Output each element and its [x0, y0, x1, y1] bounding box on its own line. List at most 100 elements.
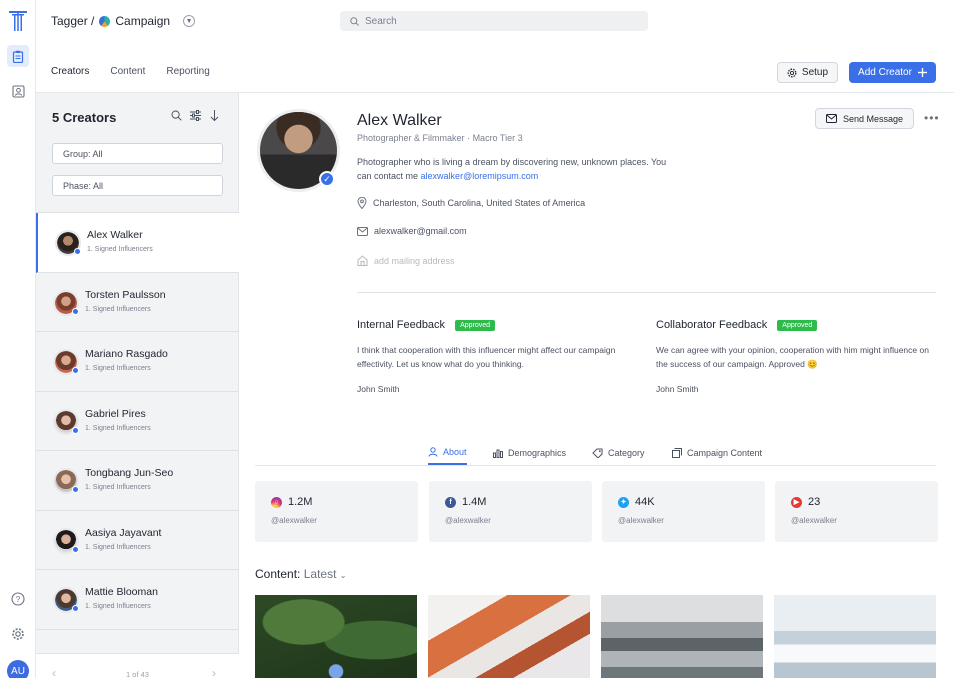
- list-item[interactable]: Mariano Rasgado 1. Signed Influencers: [36, 332, 239, 392]
- twitter-stat-value: ✦ 44K: [618, 496, 655, 508]
- add-creator-label: Add Creator: [858, 67, 912, 78]
- mail-icon: [357, 226, 368, 236]
- list-item[interactable]: Tongbang Jun-Seo 1. Signed Influencers: [36, 451, 239, 511]
- facebook-stat-card[interactable]: f 1.4M @alexwalker: [429, 481, 592, 542]
- profile-bio-link[interactable]: alexwalker@loremipsum.com: [421, 171, 539, 181]
- creator-group: 1. Signed Influencers: [85, 365, 151, 372]
- plus-icon: [917, 68, 927, 77]
- verified-badge-icon: [72, 605, 79, 612]
- social-handle: @alexwalker: [791, 516, 837, 525]
- content-filter-value: Latest: [303, 567, 337, 581]
- facebook-stat-value: f 1.4M: [445, 496, 486, 508]
- setup-button[interactable]: Setup: [777, 62, 838, 83]
- add-creator-button[interactable]: Add Creator: [849, 62, 936, 83]
- creator-list: Alex Walker 1. Signed Influencers Torste…: [36, 212, 239, 630]
- list-item[interactable]: Torsten Paulsson 1. Signed Influencers: [36, 273, 239, 332]
- collaborator-feedback: Collaborator Feedback Approved We can ag…: [656, 319, 936, 394]
- top-header: Tagger / Campaign ▼ Creators Content Rep…: [36, 0, 954, 97]
- content-thumbnail[interactable]: [255, 595, 417, 678]
- instagram-stat-value: ○ 1.2M: [271, 496, 312, 508]
- creator-name: Tongbang Jun-Seo: [85, 467, 174, 479]
- internal-feedback: Internal Feedback Approved I think that …: [357, 319, 637, 394]
- feedback-text: We can agree with your opinion, cooperat…: [656, 345, 929, 369]
- feedback-author: John Smith: [656, 384, 699, 394]
- list-item[interactable]: Gabriel Pires 1. Signed Influencers: [36, 392, 239, 451]
- setup-label: Setup: [801, 67, 829, 78]
- send-message-label: Send Message: [842, 113, 904, 124]
- status-badge: Approved: [777, 319, 818, 331]
- verified-badge-icon: [74, 248, 81, 255]
- tab-category[interactable]: Category: [592, 440, 645, 465]
- search-input[interactable]: [365, 15, 625, 27]
- verified-badge-icon: [72, 545, 79, 553]
- list-item[interactable]: Alex Walker 1. Signed Influencers: [36, 213, 239, 273]
- tab-demographics[interactable]: Demographics: [493, 440, 566, 465]
- breadcrumb-root[interactable]: Tagger /: [51, 14, 94, 28]
- profile-tabs: About Demographics Category Campaign Con…: [255, 440, 936, 466]
- copy-icon: [672, 447, 682, 458]
- list-item[interactable]: Aasiya Jayavant 1. Signed Influencers: [36, 511, 239, 570]
- mail-icon: [825, 114, 837, 123]
- phase-filter-select[interactable]: Phase: All: [52, 175, 223, 196]
- follower-count: 1.2M: [288, 496, 313, 508]
- youtube-stat-card[interactable]: ▶ 23 @alexwalker: [775, 481, 938, 542]
- internal-feedback-header: Internal Feedback Approved: [357, 319, 637, 331]
- gear-icon: [12, 628, 24, 640]
- next-page-icon[interactable]: ›: [212, 666, 216, 678]
- clipboard-icon: [12, 50, 24, 63]
- verified-check-icon: ✓: [319, 171, 335, 187]
- tab-label: Demographics: [508, 447, 567, 458]
- clipboard-nav-button[interactable]: [7, 45, 29, 67]
- creators-sidebar: 5 Creators Group: All Phase: All Alex Wa…: [36, 93, 239, 678]
- contact-card-icon: [11, 84, 25, 98]
- search-bar[interactable]: [340, 11, 648, 31]
- twitter-stat-card[interactable]: ✦ 44K @alexwalker: [602, 481, 765, 542]
- tab-campaign-content[interactable]: Campaign Content: [672, 440, 762, 465]
- social-handle: @alexwalker: [445, 516, 491, 525]
- creator-group: 1. Signed Influencers: [85, 424, 151, 432]
- tab-label: Campaign Content: [687, 447, 763, 458]
- sort-down-arrow-icon[interactable]: [209, 110, 220, 121]
- tagger-logo-icon[interactable]: [9, 11, 27, 31]
- creator-name: Aasiya Jayavant: [85, 526, 162, 539]
- contacts-nav-button[interactable]: [7, 80, 29, 102]
- person-icon: [428, 446, 438, 457]
- creator-group: 1. Signed Influencers: [85, 484, 151, 491]
- location-pin-icon: [357, 197, 367, 209]
- mailing-address-field[interactable]: add mailing address: [357, 255, 455, 266]
- campaign-dropdown-icon[interactable]: ▼: [183, 15, 196, 27]
- content-thumbnail[interactable]: [774, 595, 936, 678]
- pagination: ‹ 1 of 43 ›: [36, 653, 239, 678]
- profile-role-text: Photographer & Filmmaker: [357, 133, 465, 143]
- follower-count: 23: [808, 496, 821, 508]
- group-filter-select[interactable]: Group: All: [52, 143, 223, 164]
- feedback-title: Internal Feedback: [357, 319, 446, 331]
- email-text: alexwalker@gmail.com: [374, 226, 467, 236]
- content-thumbnail[interactable]: [428, 595, 590, 678]
- facebook-icon: f: [445, 496, 456, 508]
- user-avatar[interactable]: AU: [7, 660, 29, 678]
- send-message-button[interactable]: Send Message: [815, 108, 914, 129]
- help-icon: ?: [11, 592, 25, 606]
- more-options-icon[interactable]: •••: [924, 111, 940, 125]
- twitter-icon: ✦: [618, 496, 629, 508]
- help-nav-button[interactable]: ?: [7, 588, 29, 610]
- breadcrumb-current[interactable]: Campaign: [115, 14, 170, 28]
- social-handle: @alexwalker: [271, 516, 317, 525]
- page-indicator: 1 of 43: [126, 670, 149, 678]
- settings-nav-button[interactable]: [7, 623, 29, 645]
- tab-about[interactable]: About: [428, 440, 467, 465]
- address-placeholder: add mailing address: [374, 255, 455, 266]
- creator-name: Torsten Paulsson: [85, 288, 166, 301]
- search-icon[interactable]: [171, 110, 182, 121]
- filter-sliders-icon[interactable]: [190, 110, 201, 121]
- creator-name: Mattie Blooman: [85, 586, 158, 598]
- verified-badge-icon: [72, 426, 79, 434]
- content-thumbnail[interactable]: [601, 595, 763, 678]
- tab-label: Category: [608, 447, 645, 458]
- content-filter-dropdown[interactable]: Content: Latest ⌄: [255, 567, 346, 581]
- profile-email: alexwalker@gmail.com: [357, 226, 467, 236]
- instagram-stat-card[interactable]: ○ 1.2M @alexwalker: [255, 481, 418, 542]
- youtube-icon: ▶: [791, 496, 802, 508]
- list-item[interactable]: Mattie Blooman 1. Signed Influencers: [36, 570, 239, 630]
